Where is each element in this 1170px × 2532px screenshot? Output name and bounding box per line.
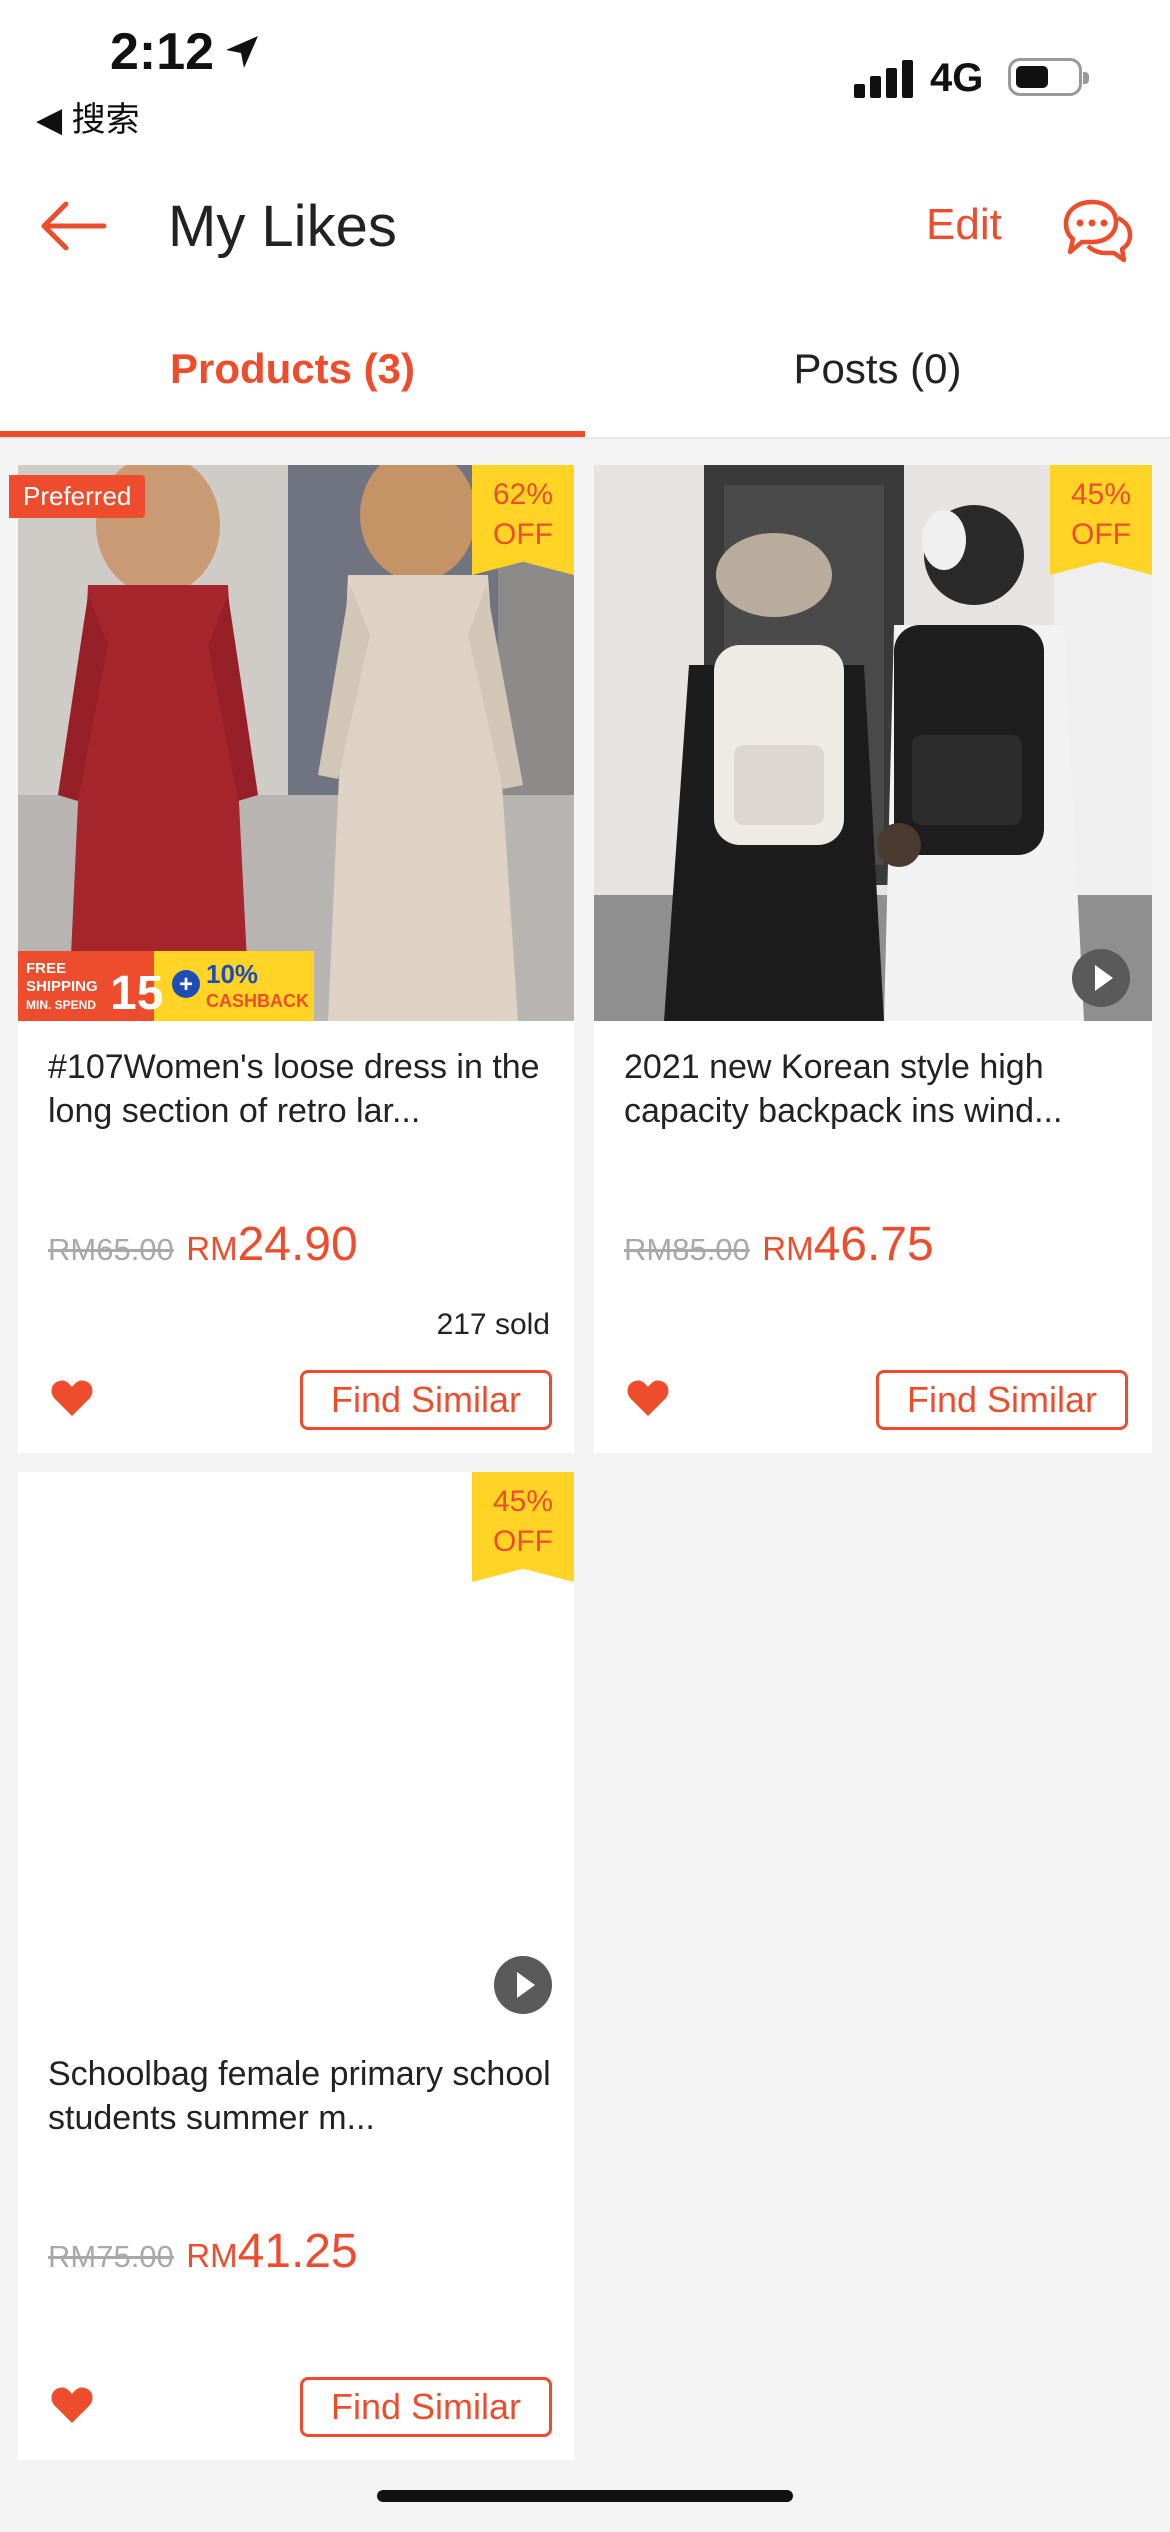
price-row: RM65.00 RM24.90: [48, 1217, 358, 1272]
svg-text:+: +: [179, 971, 193, 998]
promo-banner: FREE SHIPPING MIN. SPEND 15 + 10% CASHBA…: [18, 951, 314, 1021]
page-title: My Likes: [168, 194, 397, 259]
heart-icon[interactable]: [50, 2385, 94, 2425]
battery-icon: [1008, 58, 1089, 96]
tab-divider: [0, 437, 1170, 439]
discount-badge: 45% OFF: [1050, 465, 1152, 575]
discount-badge: 62% OFF: [472, 465, 574, 575]
currency: RM: [186, 2237, 238, 2274]
product-card[interactable]: 45% OFF 2021 new Korean style high capac…: [594, 465, 1152, 1453]
back-to-app-link[interactable]: ◀ 搜索: [36, 92, 140, 141]
product-title[interactable]: Schoolbag female primary school students…: [48, 2052, 558, 2140]
chat-icon[interactable]: [1058, 194, 1136, 266]
product-title[interactable]: #107Women's loose dress in the long sect…: [48, 1045, 558, 1133]
sale-price: 41.25: [237, 2225, 358, 2278]
heart-icon[interactable]: [626, 1378, 670, 1418]
sale-price: 46.75: [813, 1218, 934, 1271]
promo-amount: 15: [110, 967, 163, 1020]
find-similar-button[interactable]: Find Similar: [300, 1370, 552, 1430]
promo-shipping: SHIPPING: [26, 978, 98, 995]
find-similar-button[interactable]: Find Similar: [876, 1370, 1128, 1430]
tab-posts[interactable]: Posts (0): [585, 345, 1170, 393]
back-arrow-icon[interactable]: [38, 190, 110, 262]
original-price: RM75.00: [48, 2239, 174, 2274]
home-indicator[interactable]: [377, 2490, 793, 2502]
original-price: RM65.00: [48, 1232, 174, 1267]
discount-percent: 45%: [492, 1485, 554, 1518]
sold-count: 217 sold: [436, 1308, 550, 1341]
product-title[interactable]: 2021 new Korean style high capacity back…: [624, 1045, 1134, 1133]
promo-free: FREE: [26, 960, 66, 977]
heart-icon[interactable]: [50, 1378, 94, 1418]
status-time: 2:12: [110, 23, 215, 81]
play-icon[interactable]: [494, 1956, 552, 2014]
network-type: 4G: [930, 56, 984, 100]
price-row: RM85.00 RM46.75: [624, 1217, 934, 1272]
product-card[interactable]: FREE SHIPPING MIN. SPEND 15 + 10% CASHBA…: [9, 465, 574, 1453]
location-arrow-icon: [226, 36, 258, 68]
product-card[interactable]: 45% OFF Schoolbag female primary school …: [18, 1472, 574, 2460]
preferred-badge: Preferred: [9, 475, 146, 518]
edit-button[interactable]: Edit: [926, 200, 1002, 250]
price-row: RM75.00 RM41.25: [48, 2224, 358, 2279]
promo-cashback: CASHBACK: [206, 991, 309, 1011]
discount-off: OFF: [493, 518, 553, 551]
sale-price: 24.90: [237, 1218, 358, 1271]
discount-off: OFF: [493, 1525, 553, 1558]
find-similar-button[interactable]: Find Similar: [300, 2377, 552, 2437]
currency: RM: [762, 1230, 814, 1267]
tab-products[interactable]: Products (3): [0, 345, 585, 393]
discount-percent: 62%: [492, 478, 554, 511]
play-icon[interactable]: [1072, 949, 1130, 1007]
original-price: RM85.00: [624, 1232, 750, 1267]
discount-percent: 45%: [1070, 478, 1132, 511]
promo-min-spend: MIN. SPEND: [26, 998, 96, 1012]
discount-badge: 45% OFF: [472, 1472, 574, 1582]
currency: RM: [186, 1230, 238, 1267]
promo-cashback-pct: 10%: [206, 959, 258, 989]
discount-off: OFF: [1071, 518, 1131, 551]
signal-icon: [854, 58, 914, 98]
